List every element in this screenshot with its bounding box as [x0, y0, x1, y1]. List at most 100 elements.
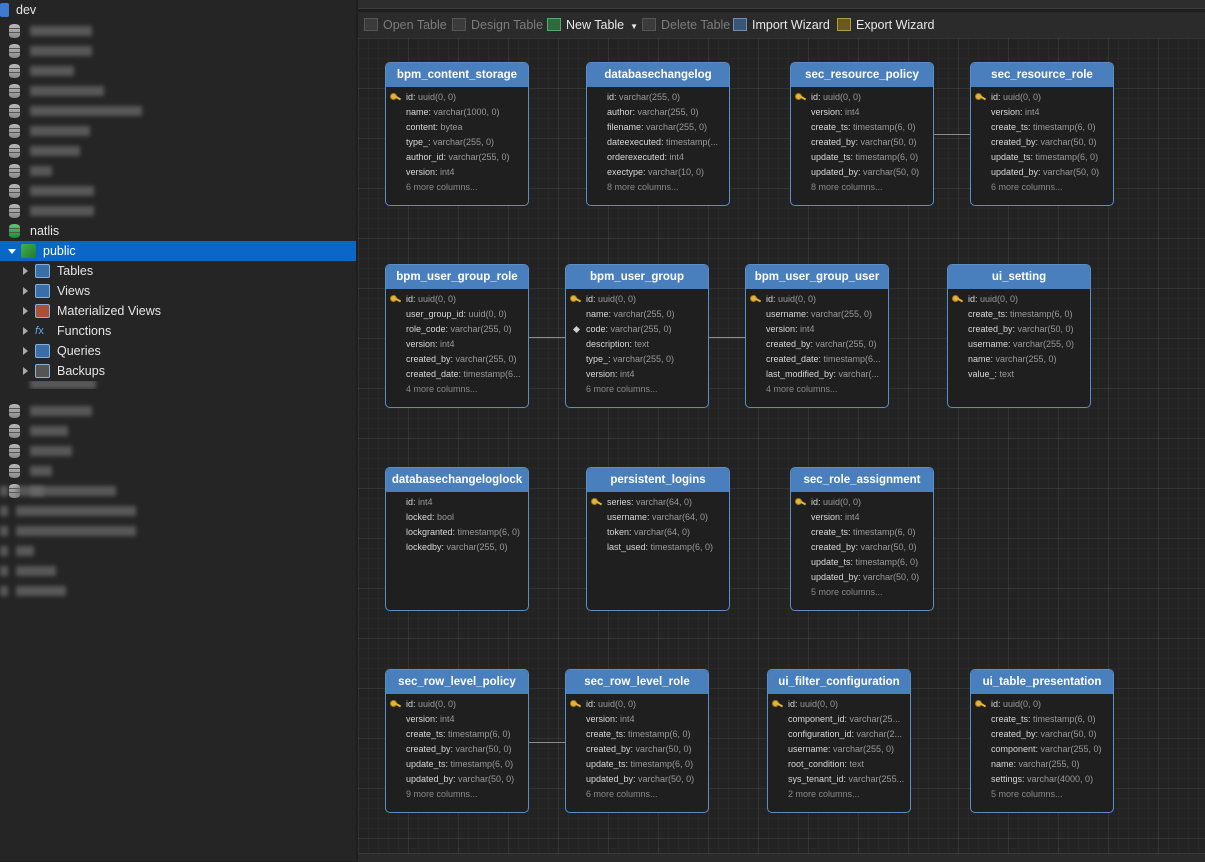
column-row[interactable]: id: int4	[386, 495, 528, 510]
tree-item-functions[interactable]: 𝑓x Functions	[0, 321, 356, 341]
column-row[interactable]: content: bytea	[386, 120, 528, 135]
entity-sec-row-level-role[interactable]: sec_row_level_role id: uuid(0, 0) version:…	[565, 669, 709, 813]
connection-redacted[interactable]	[0, 561, 356, 581]
column-row[interactable]: update_ts: timestamp(6, 0)	[791, 150, 933, 165]
relationship-line[interactable]	[529, 337, 565, 338]
column-row[interactable]: filename: varchar(255, 0)	[587, 120, 729, 135]
entity-ui-filter-configuration[interactable]: ui_filter_configuration id: uuid(0, 0) com…	[767, 669, 911, 813]
tree-item-tables[interactable]: Tables	[0, 261, 356, 281]
entity-sec-resource-role[interactable]: sec_resource_role id: uuid(0, 0) version: …	[970, 62, 1114, 206]
relationship-line[interactable]	[529, 742, 565, 743]
column-row[interactable]: id: uuid(0, 0)	[768, 697, 910, 712]
column-row[interactable]: updated_by: varchar(50, 0)	[566, 772, 708, 787]
entity-ui-setting[interactable]: ui_setting id: uuid(0, 0) create_ts: times…	[947, 264, 1091, 408]
entity-databasechangeloglock[interactable]: databasechangeloglock id: int4 locked: boo…	[385, 467, 529, 611]
entity-sec-role-assignment[interactable]: sec_role_assignment id: uuid(0, 0) version…	[790, 467, 934, 611]
expand-arrow-icon[interactable]	[23, 267, 28, 275]
database-redacted[interactable]	[0, 421, 356, 441]
database-redacted[interactable]	[0, 161, 356, 181]
dropdown-arrow-icon[interactable]: ▼	[630, 22, 638, 31]
column-row[interactable]: author: varchar(255, 0)	[587, 105, 729, 120]
column-row[interactable]: updated_by: varchar(50, 0)	[386, 772, 528, 787]
column-row[interactable]: author_id: varchar(255, 0)	[386, 150, 528, 165]
column-row[interactable]: create_ts: timestamp(6, 0)	[566, 727, 708, 742]
column-row[interactable]: update_ts: timestamp(6, 0)	[386, 757, 528, 772]
column-row[interactable]: settings: varchar(4000, 0)	[971, 772, 1113, 787]
entity-sec-row-level-policy[interactable]: sec_row_level_policy id: uuid(0, 0) versio…	[385, 669, 529, 813]
column-row[interactable]: version: int4	[971, 105, 1113, 120]
database-redacted[interactable]	[0, 21, 356, 41]
column-row[interactable]: created_by: varchar(50, 0)	[971, 727, 1113, 742]
column-row[interactable]: create_ts: timestamp(6, 0)	[386, 727, 528, 742]
column-row[interactable]: id: uuid(0, 0)	[791, 90, 933, 105]
entity-bpm-user-group[interactable]: bpm_user_group id: uuid(0, 0) name: varcha…	[565, 264, 709, 408]
column-row[interactable]: id: uuid(0, 0)	[386, 697, 528, 712]
column-row[interactable]: created_by: varchar(50, 0)	[566, 742, 708, 757]
column-row[interactable]: id: uuid(0, 0)	[791, 495, 933, 510]
navigator-tree[interactable]: dev natlis public Tables Views Materialize…	[0, 0, 356, 861]
connection-redacted[interactable]	[0, 521, 356, 541]
column-row[interactable]: id: varchar(255, 0)	[587, 90, 729, 105]
database-redacted[interactable]	[0, 41, 356, 61]
database-redacted[interactable]	[0, 81, 356, 101]
expand-arrow-icon[interactable]	[23, 287, 28, 295]
expand-arrow-icon[interactable]	[8, 249, 16, 254]
column-row[interactable]: created_by: varchar(50, 0)	[386, 742, 528, 757]
connection-redacted[interactable]	[0, 581, 356, 601]
column-row[interactable]: id: uuid(0, 0)	[566, 292, 708, 307]
column-row[interactable]: updated_by: varchar(50, 0)	[791, 570, 933, 585]
column-row[interactable]: update_ts: timestamp(6, 0)	[566, 757, 708, 772]
column-row[interactable]: lockedby: varchar(255, 0)	[386, 540, 528, 555]
database-redacted[interactable]	[0, 401, 356, 421]
column-row[interactable]: version: int4	[791, 105, 933, 120]
column-row[interactable]: updated_by: varchar(50, 0)	[971, 165, 1113, 180]
column-row[interactable]: version: int4	[566, 367, 708, 382]
connection-redacted[interactable]	[0, 541, 356, 561]
column-row[interactable]: locked: bool	[386, 510, 528, 525]
column-row[interactable]: token: varchar(64, 0)	[587, 525, 729, 540]
column-row[interactable]: created_by: varchar(50, 0)	[791, 135, 933, 150]
database-redacted[interactable]	[0, 181, 356, 201]
column-row[interactable]: description: text	[566, 337, 708, 352]
tree-item-materialized-views[interactable]: Materialized Views	[0, 301, 356, 321]
column-row[interactable]: id: uuid(0, 0)	[746, 292, 888, 307]
entity-bpm-user-group-role[interactable]: bpm_user_group_role id: uuid(0, 0) user_gr…	[385, 264, 529, 408]
er-diagram-canvas[interactable]: bpm_content_storage id: uuid(0, 0) name: v…	[358, 38, 1205, 853]
column-row[interactable]: role_code: varchar(255, 0)	[386, 322, 528, 337]
column-row[interactable]: name: varchar(255, 0)	[971, 757, 1113, 772]
entity-persistent-logins[interactable]: persistent_logins series: varchar(64, 0) u…	[586, 467, 730, 611]
connection-redacted[interactable]	[0, 481, 356, 501]
column-row[interactable]: id: uuid(0, 0)	[566, 697, 708, 712]
column-row[interactable]: sys_tenant_id: varchar(255...	[768, 772, 910, 787]
column-row[interactable]: created_date: timestamp(6...	[746, 352, 888, 367]
column-row[interactable]: type_: varchar(255, 0)	[386, 135, 528, 150]
entity-databasechangelog[interactable]: databasechangelog id: varchar(255, 0) auth…	[586, 62, 730, 206]
entity-ui-table-presentation[interactable]: ui_table_presentation id: uuid(0, 0) creat…	[970, 669, 1114, 813]
column-row[interactable]: create_ts: timestamp(6, 0)	[948, 307, 1090, 322]
column-row[interactable]: version: int4	[746, 322, 888, 337]
export-wizard-button[interactable]: Export Wizard	[837, 16, 935, 34]
schema-public[interactable]: public	[0, 241, 356, 261]
column-row[interactable]: value_: text	[948, 367, 1090, 382]
column-row[interactable]: id: uuid(0, 0)	[971, 697, 1113, 712]
column-row[interactable]: create_ts: timestamp(6, 0)	[971, 712, 1113, 727]
database-redacted[interactable]	[0, 121, 356, 141]
column-row[interactable]: updated_by: varchar(50, 0)	[791, 165, 933, 180]
column-row[interactable]: update_ts: timestamp(6, 0)	[791, 555, 933, 570]
column-row[interactable]: root_condition: text	[768, 757, 910, 772]
column-row[interactable]: username: varchar(255, 0)	[746, 307, 888, 322]
column-row[interactable]: last_used: timestamp(6, 0)	[587, 540, 729, 555]
column-row[interactable]: last_modified_by: varchar(...	[746, 367, 888, 382]
open-table-button[interactable]: Open Table	[364, 16, 447, 34]
expand-arrow-icon[interactable]	[23, 307, 28, 315]
tree-item-views[interactable]: Views	[0, 281, 356, 301]
database-redacted[interactable]	[0, 381, 356, 389]
tree-item-queries[interactable]: Queries	[0, 341, 356, 361]
tree-item-backups[interactable]: Backups	[0, 361, 356, 381]
column-row[interactable]: version: int4	[386, 712, 528, 727]
column-row[interactable]: id: uuid(0, 0)	[386, 90, 528, 105]
column-row[interactable]: component_id: varchar(25...	[768, 712, 910, 727]
connection-dev[interactable]: dev	[0, 0, 356, 20]
relationship-line[interactable]	[709, 337, 745, 338]
column-row[interactable]: name: varchar(255, 0)	[948, 352, 1090, 367]
